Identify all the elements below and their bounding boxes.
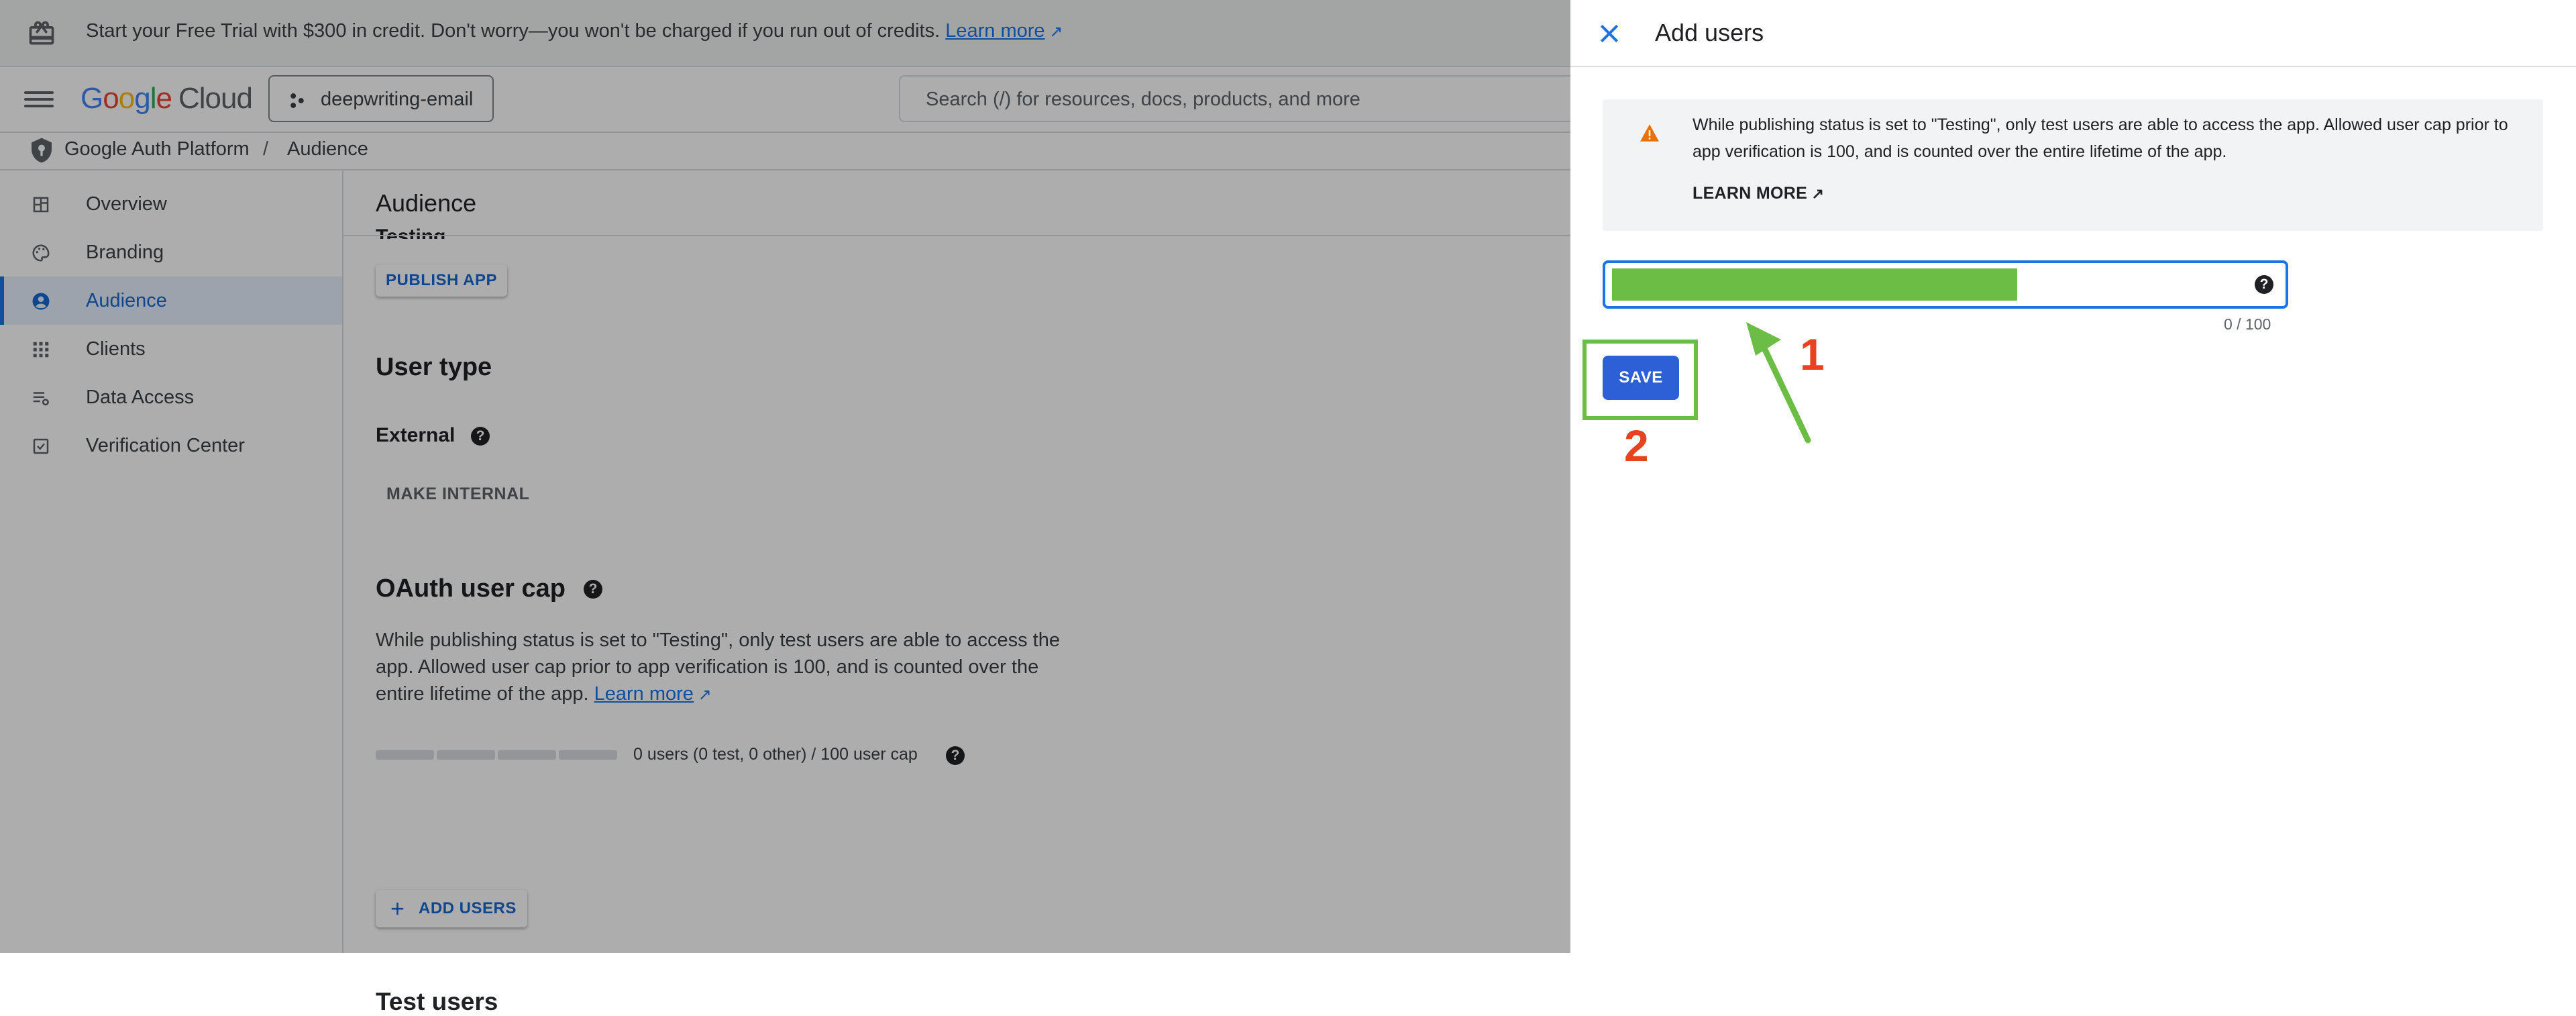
learn-more-link[interactable]: LEARN MORE ↗: [1693, 184, 1824, 203]
character-counter: 0 / 100: [2224, 315, 2271, 333]
annotation-step-2: 2: [1624, 421, 1649, 470]
help-icon[interactable]: ?: [2255, 275, 2273, 294]
cloud-console-page: Start your Free Trial with $300 in credi…: [0, 0, 1570, 1015]
close-icon[interactable]: [1596, 20, 1623, 47]
test-users-input-field[interactable]: ?: [1603, 260, 2288, 309]
testing-notice: While publishing status is set to "Testi…: [1603, 99, 2543, 231]
annotation-step-1: 1: [1800, 329, 1825, 379]
warning-icon: [1640, 124, 1659, 142]
notice-text: While publishing status is set to "Testi…: [1693, 115, 2508, 161]
panel-divider: [1570, 66, 2576, 67]
save-button[interactable]: SAVE: [1603, 356, 1679, 400]
panel-title: Add users: [1655, 19, 1764, 46]
dim-overlay[interactable]: [0, 0, 1570, 953]
test-users-input[interactable]: [1619, 270, 2212, 301]
external-link-icon: ↗: [1807, 185, 1825, 202]
add-users-panel: Add users While publishing status is set…: [1570, 0, 2576, 953]
test-users-heading-text: Test users: [376, 988, 498, 1015]
